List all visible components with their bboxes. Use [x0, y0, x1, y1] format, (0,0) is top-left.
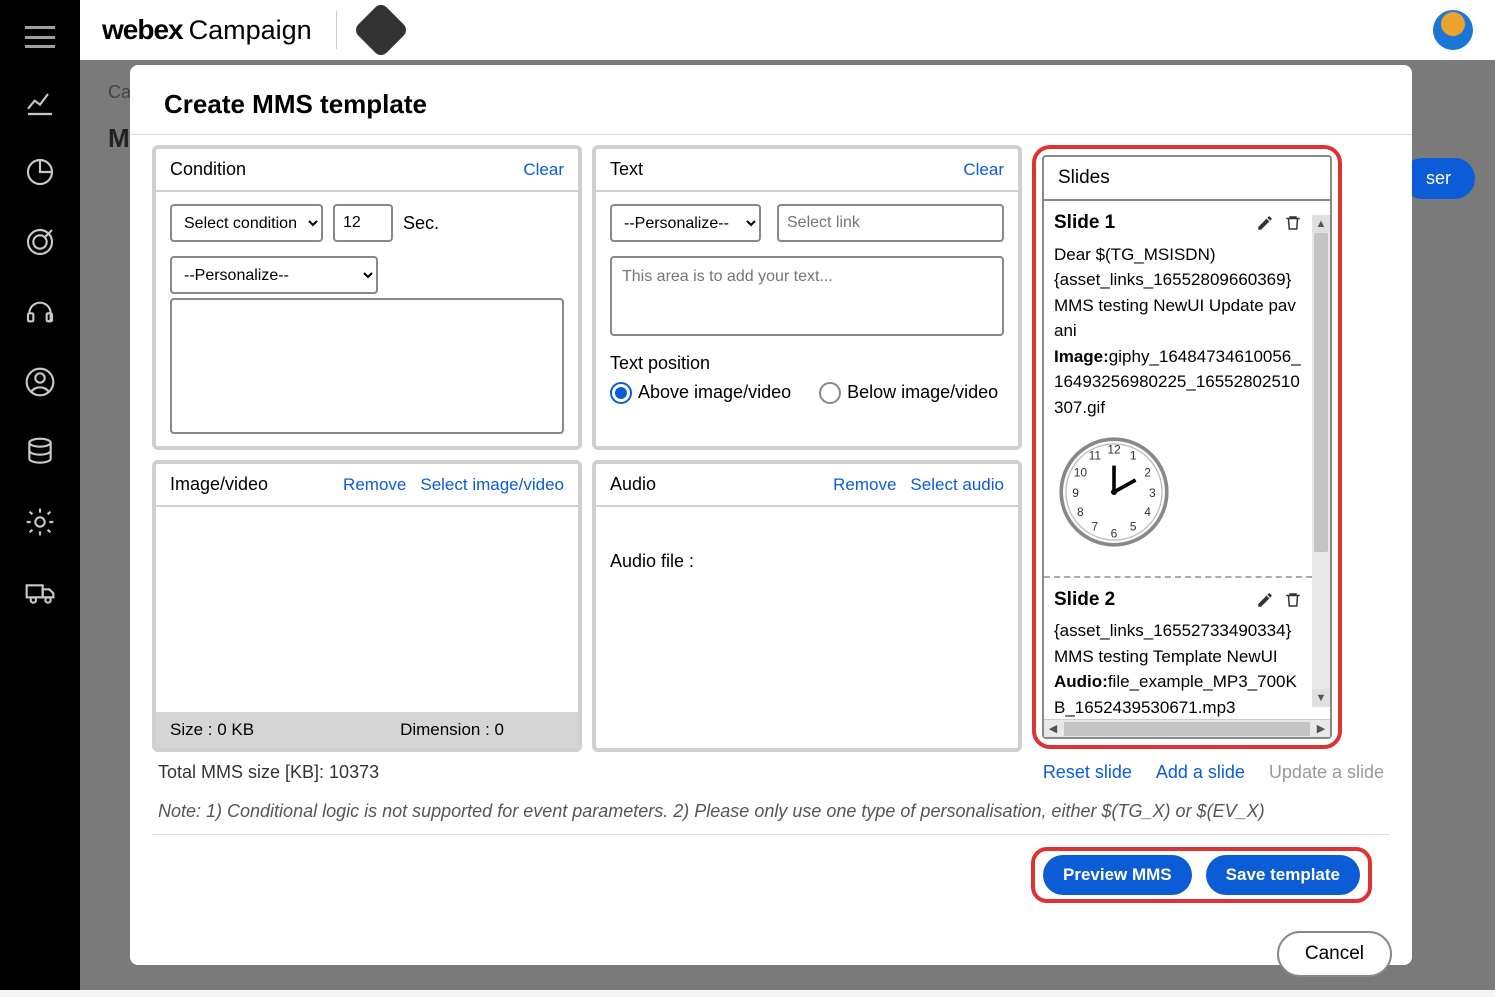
text-content-textarea[interactable] — [610, 256, 1004, 336]
clear-text-link[interactable]: Clear — [963, 160, 1004, 180]
select-link-input[interactable] — [777, 204, 1004, 242]
modal-title: Create MMS template — [130, 65, 1412, 134]
brand-name: webex — [102, 14, 183, 46]
target-icon[interactable] — [24, 226, 56, 258]
slide-1-line2: {asset_links_16552809660369} — [1054, 267, 1302, 293]
database-icon[interactable] — [24, 436, 56, 468]
horizontal-scrollbar[interactable]: ◀ ▶ — [1044, 719, 1330, 737]
divider — [336, 11, 337, 49]
slides-label: Slides — [1044, 157, 1330, 201]
bg-pill[interactable]: ser — [1402, 158, 1475, 199]
radio-below[interactable]: Below image/video — [819, 382, 998, 404]
image-drop-area[interactable] — [156, 507, 578, 712]
scroll-left-icon: ◀ — [1044, 722, 1062, 735]
svg-text:2: 2 — [1144, 465, 1151, 479]
image-dimension: Dimension : 0 — [400, 720, 564, 740]
condition-textarea[interactable] — [170, 298, 564, 434]
update-slide-link[interactable]: Update a slide — [1269, 762, 1384, 783]
truck-icon[interactable] — [24, 576, 56, 608]
chart-line-icon[interactable] — [24, 86, 56, 118]
delete-icon[interactable] — [1284, 214, 1302, 232]
image-label: Image/video — [170, 474, 268, 495]
slides-highlight: Slides Slide 1 — [1032, 145, 1342, 749]
condition-label: Condition — [170, 159, 246, 180]
select-image-link[interactable]: Select image/video — [420, 475, 564, 495]
text-position-label: Text position — [610, 353, 1004, 374]
preview-mms-button[interactable]: Preview MMS — [1043, 855, 1192, 895]
hamburger-icon[interactable] — [25, 26, 55, 48]
slide-2-audio-label: Audio: — [1054, 672, 1108, 691]
image-video-panel: Image/video Remove Select image/video Si… — [152, 460, 582, 752]
slide-2-line2: MMS testing Template NewUI — [1054, 644, 1302, 670]
slide-2-title: Slide 2 — [1054, 586, 1115, 615]
sidebar — [0, 0, 80, 990]
note-text: Note: 1) Conditional logic is not suppor… — [158, 801, 1384, 822]
slide-2-line1: {asset_links_16552733490334} — [1054, 618, 1302, 644]
seconds-label: Sec. — [403, 213, 439, 234]
svg-text:8: 8 — [1077, 505, 1084, 519]
remove-audio-link[interactable]: Remove — [833, 475, 896, 495]
image-size: Size : 0 KB — [170, 720, 254, 740]
scroll-right-icon: ▶ — [1312, 722, 1330, 735]
audio-file-label: Audio file : — [596, 507, 1018, 616]
reset-slide-link[interactable]: Reset slide — [1043, 762, 1132, 783]
edit-icon[interactable] — [1256, 591, 1274, 609]
edit-icon[interactable] — [1256, 214, 1274, 232]
avatar[interactable] — [1433, 10, 1473, 50]
save-template-button[interactable]: Save template — [1206, 855, 1360, 895]
svg-text:9: 9 — [1072, 486, 1079, 500]
headset-icon[interactable] — [24, 296, 56, 328]
cancel-button[interactable]: Cancel — [1277, 931, 1392, 977]
text-panel: Text Clear --Personalize-- Text position… — [592, 145, 1022, 450]
total-mms-size: Total MMS size [KB]: 10373 — [158, 762, 379, 783]
scroll-up-icon[interactable]: ▲ — [1312, 215, 1330, 233]
pie-icon[interactable] — [24, 156, 56, 188]
radio-above[interactable]: Above image/video — [610, 382, 791, 404]
brand-logo-icon — [352, 2, 409, 59]
text-label: Text — [610, 159, 643, 180]
add-slide-link[interactable]: Add a slide — [1156, 762, 1245, 783]
scroll-down-icon[interactable]: ▼ — [1312, 689, 1330, 707]
slide-1-title: Slide 1 — [1054, 209, 1115, 238]
svg-text:7: 7 — [1091, 519, 1098, 533]
slides-column: Slides Slide 1 — [1032, 145, 1342, 752]
slide-1-line1: Dear $(TG_MSISDN) — [1054, 242, 1302, 268]
select-condition-dropdown[interactable]: Select condition — [170, 204, 323, 242]
vertical-scrollbar[interactable] — [1312, 233, 1330, 689]
personalize-dropdown[interactable]: --Personalize-- — [170, 256, 378, 294]
svg-text:5: 5 — [1130, 519, 1137, 533]
audio-label: Audio — [610, 474, 656, 495]
delete-icon[interactable] — [1284, 591, 1302, 609]
svg-text:3: 3 — [1149, 486, 1156, 500]
svg-text:10: 10 — [1074, 465, 1088, 479]
select-audio-link[interactable]: Select audio — [910, 475, 1004, 495]
svg-text:6: 6 — [1111, 527, 1118, 541]
condition-panel: Condition Clear Select condition Sec. --… — [152, 145, 582, 450]
button-highlight: Preview MMS Save template — [1031, 847, 1372, 903]
slide-1-image-label: Image: — [1054, 347, 1109, 366]
slide-1[interactable]: Slide 1 Dear $(TG_MSISDN) {asset_links_1… — [1044, 201, 1312, 578]
user-icon[interactable] — [24, 366, 56, 398]
svg-text:4: 4 — [1144, 505, 1151, 519]
create-mms-modal: Create MMS template Condition Clear Sele… — [130, 65, 1412, 965]
svg-text:1: 1 — [1130, 449, 1137, 463]
svg-text:11: 11 — [1089, 449, 1102, 463]
header: webex Campaign — [80, 0, 1495, 60]
gear-icon[interactable] — [24, 506, 56, 538]
clear-condition-link[interactable]: Clear — [523, 160, 564, 180]
audio-panel: Audio Remove Select audio Audio file : — [592, 460, 1022, 752]
seconds-input[interactable] — [333, 204, 393, 242]
text-personalize-dropdown[interactable]: --Personalize-- — [610, 204, 761, 242]
clock-icon: 12 3 6 9 12 45 78 1011 — [1054, 432, 1174, 552]
slide-2[interactable]: Slide 2 {asset_links_16552733490334} MMS… — [1044, 578, 1312, 720]
slide-1-line3: MMS testing NewUI Update pavani — [1054, 293, 1302, 344]
brand-sub: Campaign — [189, 15, 312, 46]
svg-text:12: 12 — [1107, 443, 1121, 457]
remove-image-link[interactable]: Remove — [343, 475, 406, 495]
